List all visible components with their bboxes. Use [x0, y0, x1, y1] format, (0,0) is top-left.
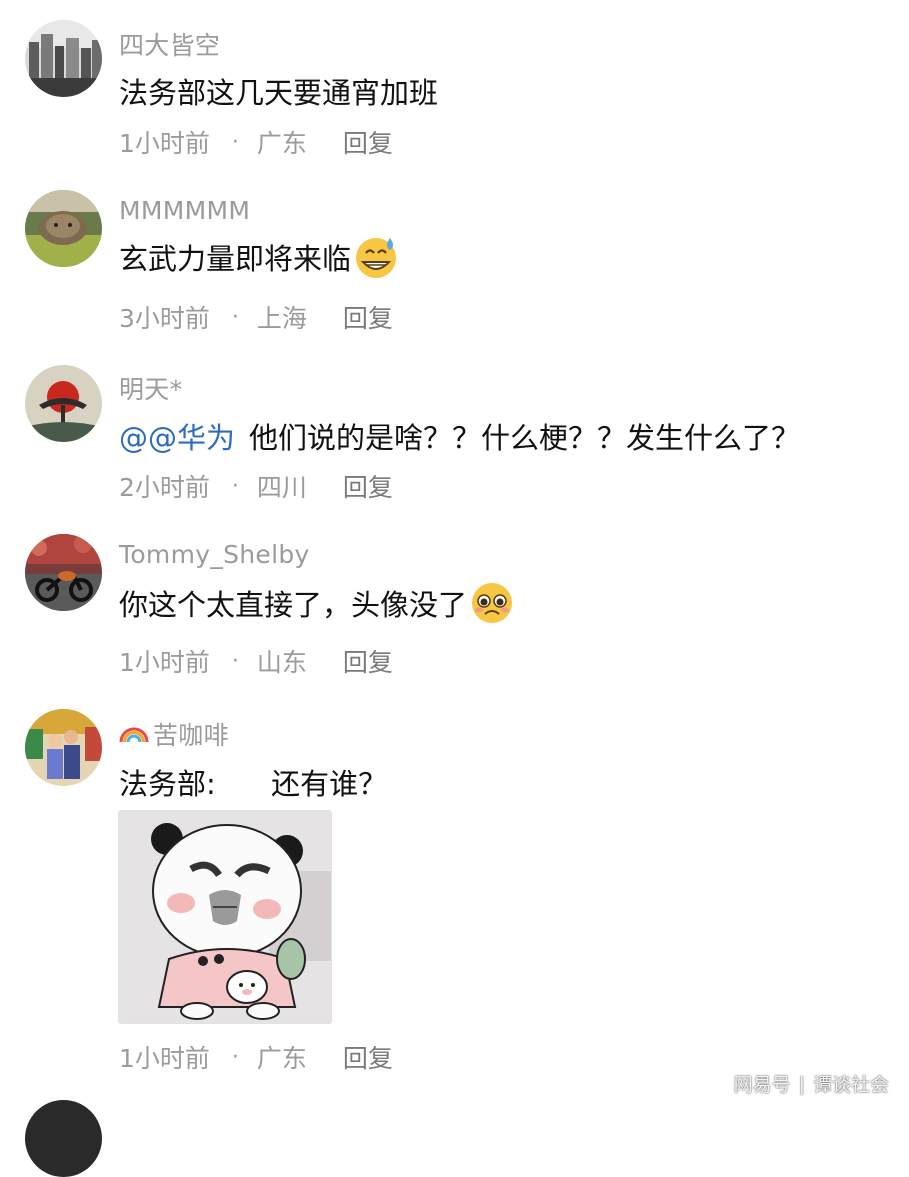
watermark: 网易号 | 谭谈社会	[734, 1070, 889, 1097]
username[interactable]: 四大皆空	[119, 26, 220, 62]
comment-location: 四川	[256, 473, 307, 502]
comment-meta: 1小时前 · 广东 回复	[119, 124, 393, 160]
comment-time: 1小时前	[119, 129, 210, 158]
meta-separator: ·	[231, 648, 239, 674]
meta-separator: ·	[231, 304, 239, 330]
comment-time: 1小时前	[119, 648, 210, 677]
username[interactable]: MMMMMM	[119, 196, 250, 225]
user-avatar[interactable]	[25, 20, 102, 97]
city-buildings-avatar-icon	[25, 20, 102, 97]
comment-time: 1小时前	[119, 1044, 210, 1073]
comment-meta: 3小时前 · 上海 回复	[119, 299, 393, 335]
comment-text: @@华为 他们说的是啥？？什么梗？？发生什么了？	[119, 415, 800, 457]
meta-separator: ·	[231, 129, 239, 155]
watermark-brand: 网易号	[733, 1074, 791, 1096]
red-sun-tree-avatar-icon	[25, 365, 102, 442]
pleading-face-emoji-icon	[469, 580, 515, 626]
comment-location: 广东	[256, 129, 307, 158]
comment-location: 山东	[256, 648, 307, 677]
mention-link[interactable]: @@华为	[119, 415, 235, 457]
comment-text: 法务部这几天要通宵加班	[119, 70, 438, 112]
reply-button[interactable]: 回复	[343, 1039, 393, 1075]
comment-text: 玄武力量即将来临	[119, 234, 399, 280]
comment-meta: 1小时前 · 山东 回复	[119, 643, 393, 679]
user-avatar[interactable]	[25, 709, 102, 786]
username[interactable]: Tommy_Shelby	[119, 540, 310, 569]
reply-button[interactable]: 回复	[343, 643, 393, 679]
user-avatar[interactable]	[25, 190, 102, 267]
comment-location: 上海	[256, 304, 307, 333]
reply-button[interactable]: 回复	[343, 124, 393, 160]
username[interactable]: 苦咖啡	[119, 716, 229, 752]
reply-button[interactable]: 回复	[343, 468, 393, 504]
rainbow-icon	[119, 718, 149, 748]
comment-text-content: 法务部这几天要通宵加班	[119, 76, 439, 110]
watermark-account: 谭谈社会	[812, 1074, 889, 1096]
panda-meme-sticker[interactable]	[118, 810, 332, 1024]
comment-location: 广东	[256, 1044, 307, 1073]
grinning-sweat-emoji-icon	[353, 234, 399, 280]
user-avatar[interactable]	[25, 534, 102, 611]
next-comment-avatar[interactable]	[25, 1100, 102, 1177]
comment-text: 法务部: 还有谁？	[119, 761, 387, 803]
comment-meta: 2小时前 · 四川 回复	[119, 468, 393, 504]
reply-button[interactable]: 回复	[343, 299, 393, 335]
meta-separator: ·	[231, 473, 239, 499]
panda-meme-sticker-icon	[119, 811, 331, 1023]
comment-time: 2小时前	[119, 473, 210, 502]
comment-meta: 1小时前 · 广东 回复	[119, 1039, 393, 1075]
user-avatar[interactable]	[25, 365, 102, 442]
motorcycle-avatar-icon	[25, 534, 102, 611]
meta-separator: ·	[231, 1044, 239, 1070]
username[interactable]: 明天*	[119, 370, 182, 406]
comment-time: 3小时前	[119, 304, 210, 333]
comment-text-content: 你这个太直接了，头像没了	[119, 588, 468, 622]
comment-text-content: 法务部: 还有谁？	[119, 767, 388, 801]
comment-text-content: 他们说的是啥？？什么梗？？发生什么了？	[249, 421, 801, 455]
cat-avatar-icon	[25, 190, 102, 267]
comment-text: 你这个太直接了，头像没了	[119, 580, 515, 626]
couple-photo-avatar-icon	[25, 709, 102, 786]
comment-text-content: 玄武力量即将来临	[119, 242, 352, 276]
watermark-separator: |	[798, 1072, 805, 1095]
username-text: 苦咖啡	[153, 721, 229, 750]
